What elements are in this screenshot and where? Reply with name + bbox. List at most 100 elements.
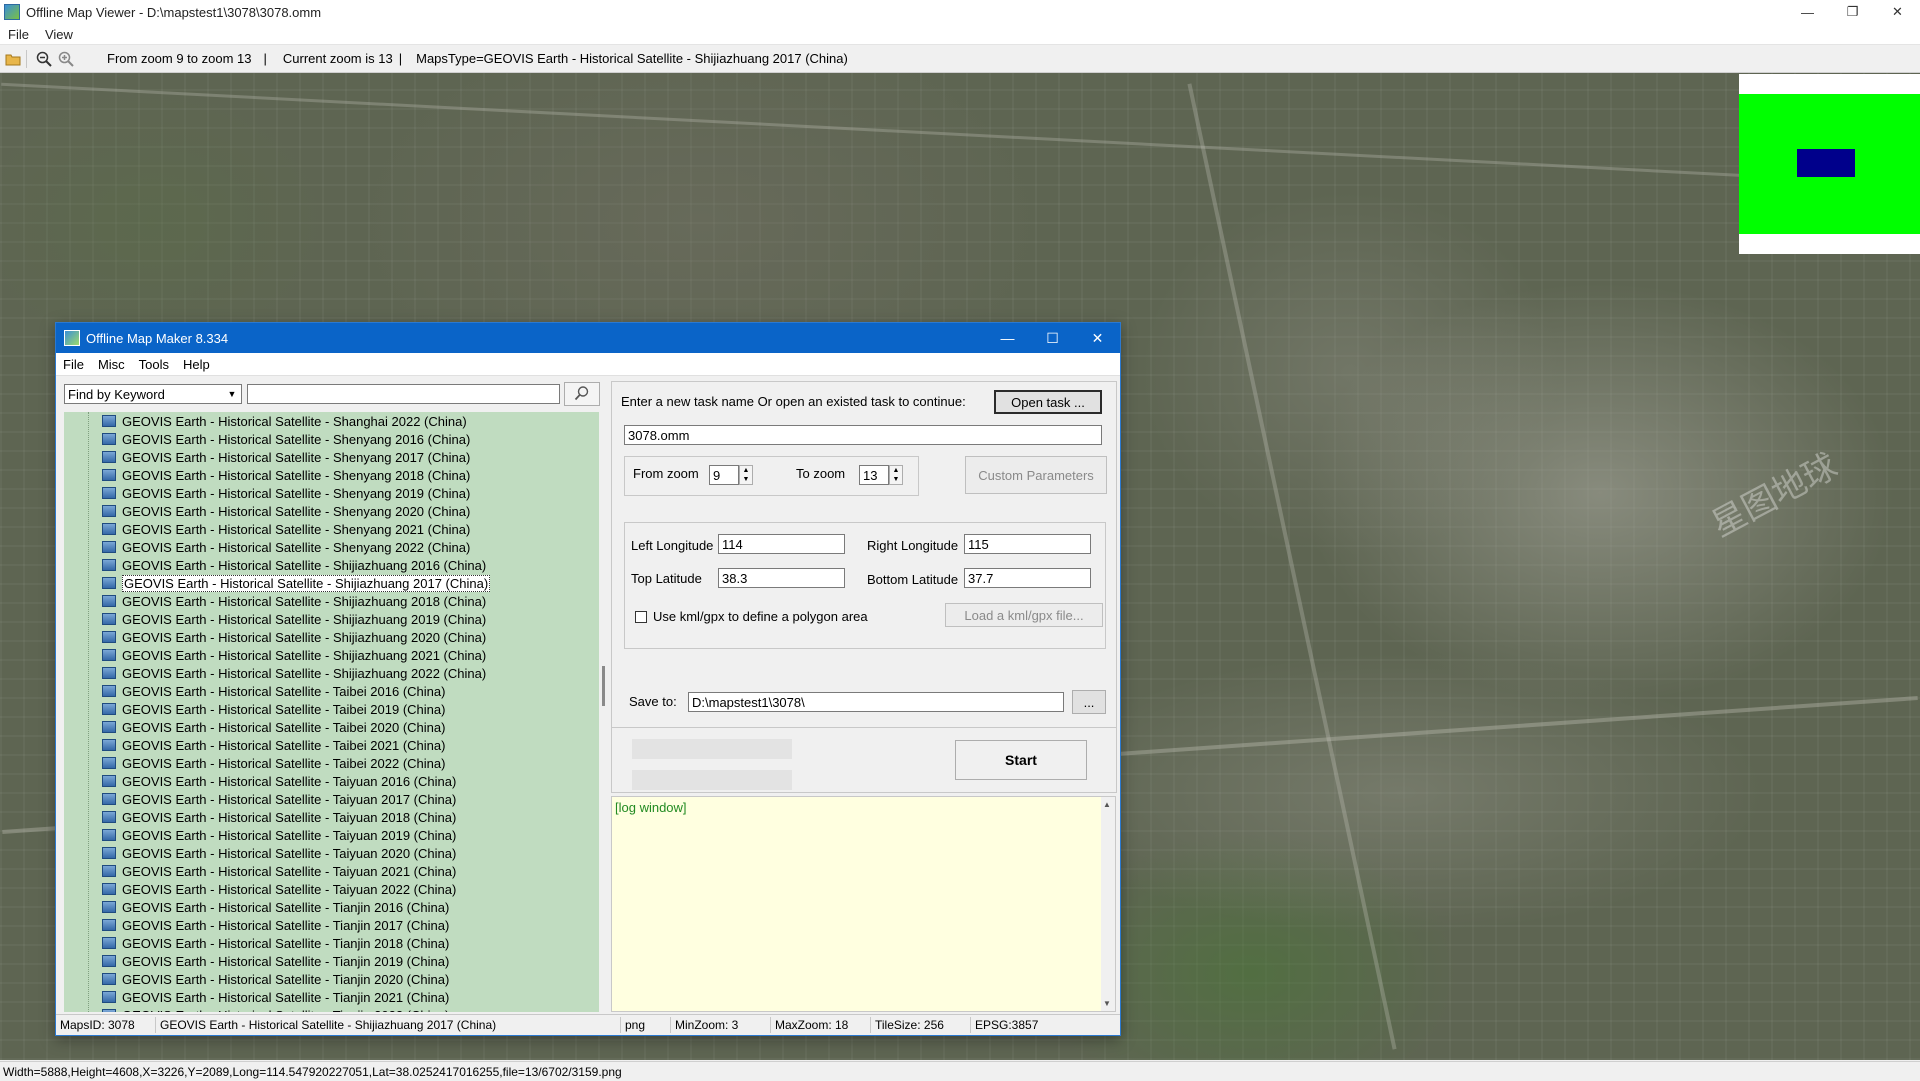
tree-item-label: GEOVIS Earth - Historical Satellite - Sh… xyxy=(122,665,487,681)
log-window[interactable]: [log window] ▲ ▼ xyxy=(611,796,1116,1012)
custom-parameters-button[interactable]: Custom Parameters xyxy=(965,456,1107,494)
tree-item-label: GEOVIS Earth - Historical Satellite - Sh… xyxy=(122,521,471,537)
map-layer-icon xyxy=(102,595,116,607)
open-task-button[interactable]: Open task ... xyxy=(994,390,1102,414)
task-name-input[interactable]: 3078.omm xyxy=(624,425,1102,445)
dialog-menu-file[interactable]: File xyxy=(56,357,91,372)
top-latitude-input[interactable]: 38.3 xyxy=(718,568,845,588)
tree-item[interactable]: GEOVIS Earth - Historical Satellite - Sh… xyxy=(64,466,599,484)
map-layer-icon xyxy=(102,847,116,859)
viewer-statusbar: Width=5888,Height=4608,X=3226,Y=2089,Lon… xyxy=(0,1061,1920,1081)
tree-item-label: GEOVIS Earth - Historical Satellite - Sh… xyxy=(122,485,471,501)
tree-item[interactable]: GEOVIS Earth - Historical Satellite - Ta… xyxy=(64,844,599,862)
tree-item[interactable]: GEOVIS Earth - Historical Satellite - Sh… xyxy=(64,448,599,466)
tree-item[interactable]: GEOVIS Earth - Historical Satellite - Ta… xyxy=(64,880,599,898)
tree-item[interactable]: GEOVIS Earth - Historical Satellite - Ta… xyxy=(64,754,599,772)
scroll-up-icon[interactable]: ▲ xyxy=(1103,800,1111,809)
from-zoom-input[interactable]: 9 xyxy=(709,465,739,485)
tree-item[interactable]: GEOVIS Earth - Historical Satellite - Sh… xyxy=(64,610,599,628)
zoom-in-icon[interactable] xyxy=(57,50,75,68)
tree-item[interactable]: GEOVIS Earth - Historical Satellite - Sh… xyxy=(64,412,599,430)
close-button[interactable]: ✕ xyxy=(1875,0,1920,24)
dialog-menu-tools[interactable]: Tools xyxy=(132,357,176,372)
chevron-down-icon: ▼ xyxy=(227,389,237,399)
browse-button[interactable]: ... xyxy=(1072,690,1106,714)
splitter-handle[interactable] xyxy=(602,666,605,706)
tree-item[interactable]: GEOVIS Earth - Historical Satellite - Sh… xyxy=(64,592,599,610)
minimap-viewport-rect[interactable] xyxy=(1797,149,1855,177)
menu-view[interactable]: View xyxy=(37,27,81,42)
tree-item[interactable]: GEOVIS Earth - Historical Satellite - Sh… xyxy=(64,538,599,556)
from-zoom-label: From zoom xyxy=(633,466,699,481)
status-format: png xyxy=(621,1017,671,1033)
tree-item[interactable]: GEOVIS Earth - Historical Satellite - Ta… xyxy=(64,808,599,826)
tree-item[interactable]: GEOVIS Earth - Historical Satellite - Sh… xyxy=(64,574,599,592)
load-kml-button[interactable]: Load a kml/gpx file... xyxy=(945,603,1103,627)
search-button[interactable] xyxy=(564,382,600,406)
map-layer-icon xyxy=(102,451,116,463)
tree-item[interactable]: GEOVIS Earth - Historical Satellite - Sh… xyxy=(64,484,599,502)
tree-item[interactable]: GEOVIS Earth - Historical Satellite - Sh… xyxy=(64,430,599,448)
search-input[interactable] xyxy=(247,384,560,404)
open-folder-icon[interactable] xyxy=(4,50,22,68)
kml-checkbox[interactable] xyxy=(635,611,647,623)
tree-item[interactable]: GEOVIS Earth - Historical Satellite - Sh… xyxy=(64,502,599,520)
tree-item[interactable]: GEOVIS Earth - Historical Satellite - Ti… xyxy=(64,934,599,952)
tree-item-label: GEOVIS Earth - Historical Satellite - Ta… xyxy=(122,863,457,879)
dialog-menu-help[interactable]: Help xyxy=(176,357,217,372)
dialog-statusbar: MapsID: 3078 GEOVIS Earth - Historical S… xyxy=(56,1014,1120,1035)
menu-file[interactable]: File xyxy=(0,27,37,42)
tree-item[interactable]: GEOVIS Earth - Historical Satellite - Ti… xyxy=(64,1006,599,1012)
tree-item[interactable]: GEOVIS Earth - Historical Satellite - Sh… xyxy=(64,520,599,538)
spin-down-icon[interactable]: ▼ xyxy=(740,475,752,484)
tree-item[interactable]: GEOVIS Earth - Historical Satellite - Ta… xyxy=(64,772,599,790)
scroll-down-icon[interactable]: ▼ xyxy=(1103,999,1111,1008)
tree-item[interactable]: GEOVIS Earth - Historical Satellite - Ti… xyxy=(64,898,599,916)
spin-up-icon[interactable]: ▲ xyxy=(740,466,752,475)
tree-item[interactable]: GEOVIS Earth - Historical Satellite - Ta… xyxy=(64,826,599,844)
spin-up-icon[interactable]: ▲ xyxy=(890,466,902,475)
tree-item[interactable]: GEOVIS Earth - Historical Satellite - Sh… xyxy=(64,628,599,646)
tree-item-label: GEOVIS Earth - Historical Satellite - Sh… xyxy=(122,629,487,645)
from-zoom-spinner[interactable]: ▲ ▼ xyxy=(739,465,753,485)
tree-item[interactable]: GEOVIS Earth - Historical Satellite - Sh… xyxy=(64,556,599,574)
map-layer-icon xyxy=(102,739,116,751)
info-separator: | xyxy=(398,51,403,66)
save-to-input[interactable]: D:\mapstest1\3078\ xyxy=(688,692,1064,712)
tree-item[interactable]: GEOVIS Earth - Historical Satellite - Ta… xyxy=(64,718,599,736)
tree-item[interactable]: GEOVIS Earth - Historical Satellite - Ta… xyxy=(64,862,599,880)
minimize-button[interactable]: — xyxy=(1785,0,1830,24)
to-zoom-input[interactable]: 13 xyxy=(859,465,889,485)
tree-item[interactable]: GEOVIS Earth - Historical Satellite - Ta… xyxy=(64,736,599,754)
to-zoom-spinner[interactable]: ▲ ▼ xyxy=(889,465,903,485)
right-longitude-input[interactable]: 115 xyxy=(964,534,1091,554)
zoom-range-info: From zoom 9 to zoom 13 xyxy=(107,51,252,66)
tree-item[interactable]: GEOVIS Earth - Historical Satellite - Sh… xyxy=(64,646,599,664)
restore-button[interactable]: ❐ xyxy=(1830,0,1875,24)
dialog-minimize-button[interactable]: — xyxy=(985,323,1030,353)
left-longitude-input[interactable]: 114 xyxy=(718,534,845,554)
tree-item[interactable]: GEOVIS Earth - Historical Satellite - Ti… xyxy=(64,970,599,988)
dialog-menu-misc[interactable]: Misc xyxy=(91,357,132,372)
tree-item[interactable]: GEOVIS Earth - Historical Satellite - Ta… xyxy=(64,790,599,808)
bottom-latitude-input[interactable]: 37.7 xyxy=(964,568,1091,588)
dialog-close-button[interactable]: ✕ xyxy=(1075,323,1120,353)
find-mode-select[interactable]: Find by Keyword ▼ xyxy=(64,384,242,404)
tree-item[interactable]: GEOVIS Earth - Historical Satellite - Sh… xyxy=(64,664,599,682)
tree-item[interactable]: GEOVIS Earth - Historical Satellite - Ti… xyxy=(64,916,599,934)
spin-down-icon[interactable]: ▼ xyxy=(890,475,902,484)
tree-item[interactable]: GEOVIS Earth - Historical Satellite - Ti… xyxy=(64,988,599,1006)
tree-item-label: GEOVIS Earth - Historical Satellite - Ta… xyxy=(122,683,446,699)
dialog-maximize-button[interactable]: ☐ xyxy=(1030,323,1075,353)
tree-item[interactable]: GEOVIS Earth - Historical Satellite - Ta… xyxy=(64,700,599,718)
tree-item[interactable]: GEOVIS Earth - Historical Satellite - Ta… xyxy=(64,682,599,700)
tree-item[interactable]: GEOVIS Earth - Historical Satellite - Ti… xyxy=(64,952,599,970)
start-button[interactable]: Start xyxy=(955,740,1087,780)
zoom-out-icon[interactable] xyxy=(35,50,53,68)
tree-item-label: GEOVIS Earth - Historical Satellite - Ta… xyxy=(122,791,457,807)
tree-item-label: GEOVIS Earth - Historical Satellite - Sh… xyxy=(122,449,471,465)
maps-tree[interactable]: GEOVIS Earth - Historical Satellite - Sh… xyxy=(64,412,599,1012)
map-maker-dialog: Offline Map Maker 8.334 — ☐ ✕ File Misc … xyxy=(55,322,1121,1036)
overview-minimap[interactable] xyxy=(1739,74,1920,254)
log-scrollbar[interactable]: ▲ ▼ xyxy=(1101,797,1115,1011)
